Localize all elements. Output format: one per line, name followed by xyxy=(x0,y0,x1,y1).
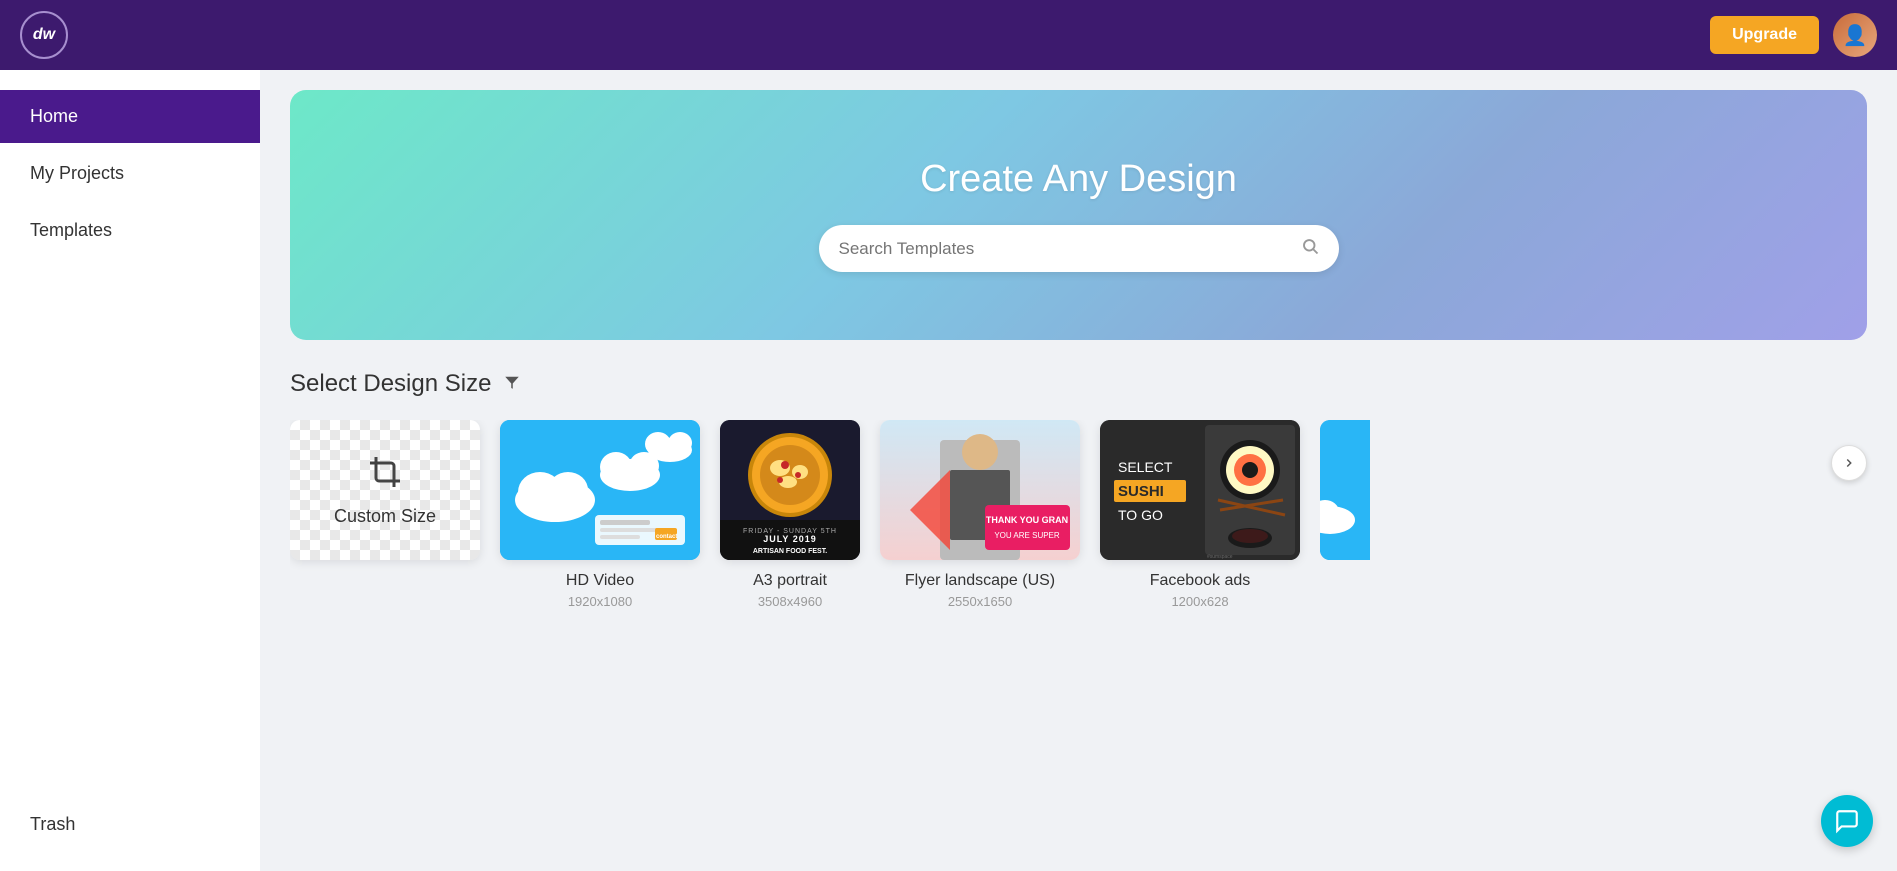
size-card-hd-video[interactable]: contact HD Video 1920x1080 xyxy=(500,420,700,609)
sidebar-item-trash[interactable]: Trash xyxy=(0,798,260,851)
search-bar xyxy=(819,225,1339,272)
sidebar: Home My Projects Templates Trash xyxy=(0,70,260,871)
facebook-preview: SELECT SUSHI TO GO xyxy=(1100,420,1300,560)
flyer-preview: THANK YOU GRAN YOU ARE SUPER xyxy=(880,420,1080,560)
svg-text:YOU ARE SUPER: YOU ARE SUPER xyxy=(994,531,1060,540)
size-card-partial xyxy=(1320,420,1370,560)
sidebar-item-home[interactable]: Home xyxy=(0,90,260,143)
design-sizes-list: Custom Size xyxy=(290,420,1867,609)
svg-text:TO GO: TO GO xyxy=(1118,507,1163,523)
search-icon xyxy=(1301,237,1319,260)
a3-dims: 3508x4960 xyxy=(758,594,822,609)
crop-icon xyxy=(367,454,403,498)
svg-text:SELECT: SELECT xyxy=(1118,459,1173,475)
hd-video-label: HD Video xyxy=(566,572,634,590)
filter-icon[interactable] xyxy=(503,373,521,396)
svg-text:ARTISAN FOOD FEST.: ARTISAN FOOD FEST. xyxy=(753,548,827,555)
section-header: Select Design Size xyxy=(290,370,1867,398)
svg-text:JULY 2019: JULY 2019 xyxy=(763,534,817,544)
svg-text:THANK YOU GRAN: THANK YOU GRAN xyxy=(986,515,1068,525)
hero-title: Create Any Design xyxy=(920,158,1237,201)
svg-text:#sumspace: #sumspace xyxy=(1207,554,1233,560)
size-card-facebook[interactable]: SELECT SUSHI TO GO xyxy=(1100,420,1300,609)
size-card-flyer[interactable]: THANK YOU GRAN YOU ARE SUPER Flyer lands… xyxy=(880,420,1080,609)
custom-size-preview: Custom Size xyxy=(290,420,480,560)
upgrade-button[interactable]: Upgrade xyxy=(1710,16,1819,54)
chat-button[interactable] xyxy=(1821,795,1873,847)
hd-video-dims: 1920x1080 xyxy=(568,594,632,609)
sidebar-item-my-projects[interactable]: My Projects xyxy=(0,147,260,200)
facebook-label: Facebook ads xyxy=(1150,572,1251,590)
top-navigation: dw Upgrade 👤 xyxy=(0,0,1897,70)
svg-text:SUSHI: SUSHI xyxy=(1118,483,1164,500)
main-content: Create Any Design Select Design Size xyxy=(260,70,1897,871)
size-card-a3[interactable]: FRIDAY - SUNDAY 5TH JULY 2019 ARTISAN FO… xyxy=(720,420,860,609)
flyer-label: Flyer landscape (US) xyxy=(905,572,1055,590)
main-layout: Home My Projects Templates Trash Create … xyxy=(0,0,1897,871)
section-title: Select Design Size xyxy=(290,370,491,398)
design-sizes-container: Custom Size xyxy=(290,420,1867,609)
search-input[interactable] xyxy=(839,239,1291,259)
a3-preview: FRIDAY - SUNDAY 5TH JULY 2019 ARTISAN FO… xyxy=(720,420,860,560)
topnav-right: Upgrade 👤 xyxy=(1710,13,1877,57)
sidebar-item-templates[interactable]: Templates xyxy=(0,204,260,257)
hd-video-preview: contact xyxy=(500,420,700,560)
app-logo[interactable]: dw xyxy=(20,11,68,59)
svg-text:contact: contact xyxy=(656,534,677,540)
carousel-next-button[interactable] xyxy=(1831,445,1867,481)
custom-size-label: Custom Size xyxy=(334,506,436,527)
user-avatar[interactable]: 👤 xyxy=(1833,13,1877,57)
hero-banner: Create Any Design xyxy=(290,90,1867,340)
a3-label: A3 portrait xyxy=(753,572,827,590)
facebook-dims: 1200x628 xyxy=(1171,594,1228,609)
size-card-custom[interactable]: Custom Size xyxy=(290,420,480,560)
flyer-dims: 2550x1650 xyxy=(948,594,1012,609)
